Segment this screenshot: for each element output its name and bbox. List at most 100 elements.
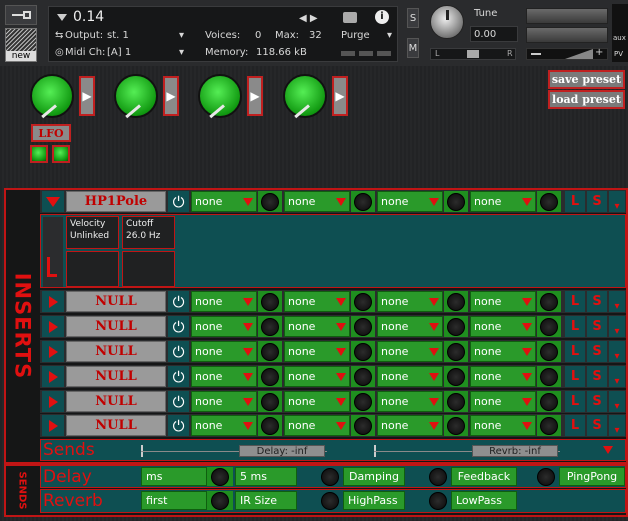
mod-amount-knob[interactable] bbox=[351, 291, 375, 312]
pv-label[interactable]: PV bbox=[614, 50, 623, 58]
mod-source-select[interactable]: none bbox=[284, 415, 350, 436]
macro-arrow-2[interactable]: ▶ bbox=[163, 76, 179, 116]
mod-amount-knob[interactable] bbox=[444, 415, 468, 436]
slot-menu-button[interactable]: ▾ bbox=[609, 191, 625, 212]
link-button[interactable]: L bbox=[565, 291, 585, 312]
pingpong-button[interactable]: PingPong bbox=[559, 467, 625, 486]
solo-slot-button[interactable]: S bbox=[587, 191, 607, 212]
mod-source-select[interactable]: none bbox=[284, 316, 350, 337]
macro-arrow-3[interactable]: ▶ bbox=[247, 76, 263, 116]
instrument-name[interactable]: 0.14 bbox=[73, 9, 104, 25]
reverb-mode-select[interactable]: first bbox=[141, 491, 207, 510]
menu-arrow-icon[interactable] bbox=[57, 14, 67, 21]
power-icon[interactable]: ⏻ bbox=[168, 191, 189, 212]
link-button[interactable]: L bbox=[565, 391, 585, 412]
mod-source-select[interactable]: none bbox=[191, 316, 257, 337]
mod-amount-knob[interactable] bbox=[258, 391, 282, 412]
camera-icon[interactable] bbox=[343, 12, 357, 23]
delay-send-slider[interactable]: Delay: -inf bbox=[141, 445, 327, 457]
mod-source-select[interactable]: none bbox=[191, 366, 257, 387]
effect-select-button[interactable]: NULL bbox=[66, 316, 166, 337]
midi-dropdown-icon[interactable]: ▾ bbox=[179, 47, 184, 58]
pan-handle[interactable] bbox=[467, 50, 479, 58]
mod-amount-knob[interactable] bbox=[444, 391, 468, 412]
mod-amount-knob[interactable] bbox=[537, 366, 561, 387]
midi-select[interactable]: [A] 1 bbox=[107, 47, 131, 58]
lowpass-knob[interactable] bbox=[425, 491, 451, 510]
expand-slot-button[interactable] bbox=[42, 316, 64, 337]
solo-slot-button[interactable]: S bbox=[587, 391, 607, 412]
mod-source-select[interactable]: none bbox=[191, 291, 257, 312]
mod-amount-knob[interactable] bbox=[258, 415, 282, 436]
mod-source-select[interactable]: none bbox=[377, 291, 443, 312]
mod-source-select[interactable]: none bbox=[284, 366, 350, 387]
effect-select-button[interactable]: HP1Pole bbox=[66, 191, 166, 212]
pan-slider[interactable]: L R bbox=[430, 48, 516, 60]
slot-menu-button[interactable]: ▾ bbox=[609, 291, 625, 312]
reverb-send-slider[interactable]: Revrb: -inf bbox=[374, 445, 560, 457]
delay-unit-select[interactable]: ms bbox=[141, 467, 207, 486]
mod-amount-knob[interactable] bbox=[351, 391, 375, 412]
mod-source-select[interactable]: none bbox=[284, 391, 350, 412]
mod-source-select[interactable]: none bbox=[377, 391, 443, 412]
mod-source-select[interactable]: none bbox=[470, 291, 536, 312]
power-icon[interactable]: ⏻ bbox=[168, 366, 189, 387]
mod-amount-knob[interactable] bbox=[537, 191, 561, 212]
mod-amount-knob[interactable] bbox=[258, 291, 282, 312]
mod-amount-knob[interactable] bbox=[444, 316, 468, 337]
mod-source-select[interactable]: none bbox=[470, 341, 536, 362]
wrench-icon[interactable] bbox=[5, 5, 37, 25]
power-icon[interactable]: ⏻ bbox=[168, 391, 189, 412]
effect-select-button[interactable]: NULL bbox=[66, 415, 166, 436]
damping-knob[interactable] bbox=[317, 467, 343, 486]
param-velocity[interactable]: Velocity Unlinked bbox=[66, 216, 119, 249]
macro-knob-3[interactable] bbox=[198, 74, 242, 119]
effect-select-button[interactable]: NULL bbox=[66, 391, 166, 412]
mod-amount-knob[interactable] bbox=[537, 415, 561, 436]
prev-next-icon[interactable]: ◀ ▶ bbox=[299, 13, 318, 24]
slot-menu-button[interactable]: ▾ bbox=[609, 366, 625, 387]
mod-amount-knob[interactable] bbox=[444, 366, 468, 387]
mod-amount-knob[interactable] bbox=[258, 366, 282, 387]
link-button[interactable]: L bbox=[565, 415, 585, 436]
mod-amount-knob[interactable] bbox=[444, 191, 468, 212]
lfo-knob-2[interactable] bbox=[52, 145, 70, 163]
macro-knob-4[interactable] bbox=[283, 74, 327, 119]
max-value[interactable]: 32 bbox=[309, 30, 322, 41]
mod-amount-knob[interactable] bbox=[537, 341, 561, 362]
mod-amount-knob[interactable] bbox=[351, 415, 375, 436]
mod-source-select[interactable]: none bbox=[470, 316, 536, 337]
macro-knob-1[interactable] bbox=[30, 74, 74, 119]
mod-source-select[interactable]: none bbox=[470, 415, 536, 436]
mod-source-select[interactable]: none bbox=[191, 391, 257, 412]
link-button[interactable]: L bbox=[565, 191, 585, 212]
mod-amount-knob[interactable] bbox=[351, 191, 375, 212]
power-icon[interactable]: ⏻ bbox=[168, 341, 189, 362]
slot-menu-button[interactable]: ▾ bbox=[609, 391, 625, 412]
mod-source-select[interactable]: none bbox=[284, 191, 350, 212]
delay-time-field[interactable]: 5 ms bbox=[235, 467, 297, 486]
expand-slot-button[interactable] bbox=[42, 415, 64, 436]
effect-select-button[interactable]: NULL bbox=[66, 341, 166, 362]
solo-slot-button[interactable]: S bbox=[587, 316, 607, 337]
mod-amount-knob[interactable] bbox=[258, 341, 282, 362]
mod-source-select[interactable]: none bbox=[377, 191, 443, 212]
mod-amount-knob[interactable] bbox=[351, 366, 375, 387]
mod-amount-knob[interactable] bbox=[444, 291, 468, 312]
mod-amount-knob[interactable] bbox=[537, 291, 561, 312]
lfo-button[interactable]: LFO bbox=[31, 124, 71, 142]
slot-menu-button[interactable]: ▾ bbox=[609, 341, 625, 362]
mod-source-select[interactable]: none bbox=[470, 191, 536, 212]
link-button[interactable]: L bbox=[565, 366, 585, 387]
param-cutoff[interactable]: Cutoff 26.0 Hz bbox=[122, 216, 175, 249]
purge-dropdown-icon[interactable]: ▾ bbox=[387, 30, 392, 41]
mod-amount-knob[interactable] bbox=[351, 316, 375, 337]
mod-amount-knob[interactable] bbox=[351, 341, 375, 362]
expand-slot-button[interactable] bbox=[42, 391, 64, 412]
save-preset-button[interactable]: save preset bbox=[548, 70, 625, 89]
mute-button[interactable]: M bbox=[407, 38, 419, 58]
expand-slot-button[interactable] bbox=[42, 366, 64, 387]
tune-value-field[interactable]: 0.00 bbox=[470, 26, 518, 42]
new-button[interactable]: new bbox=[5, 28, 37, 62]
macro-arrow-4[interactable]: ▶ bbox=[332, 76, 348, 116]
